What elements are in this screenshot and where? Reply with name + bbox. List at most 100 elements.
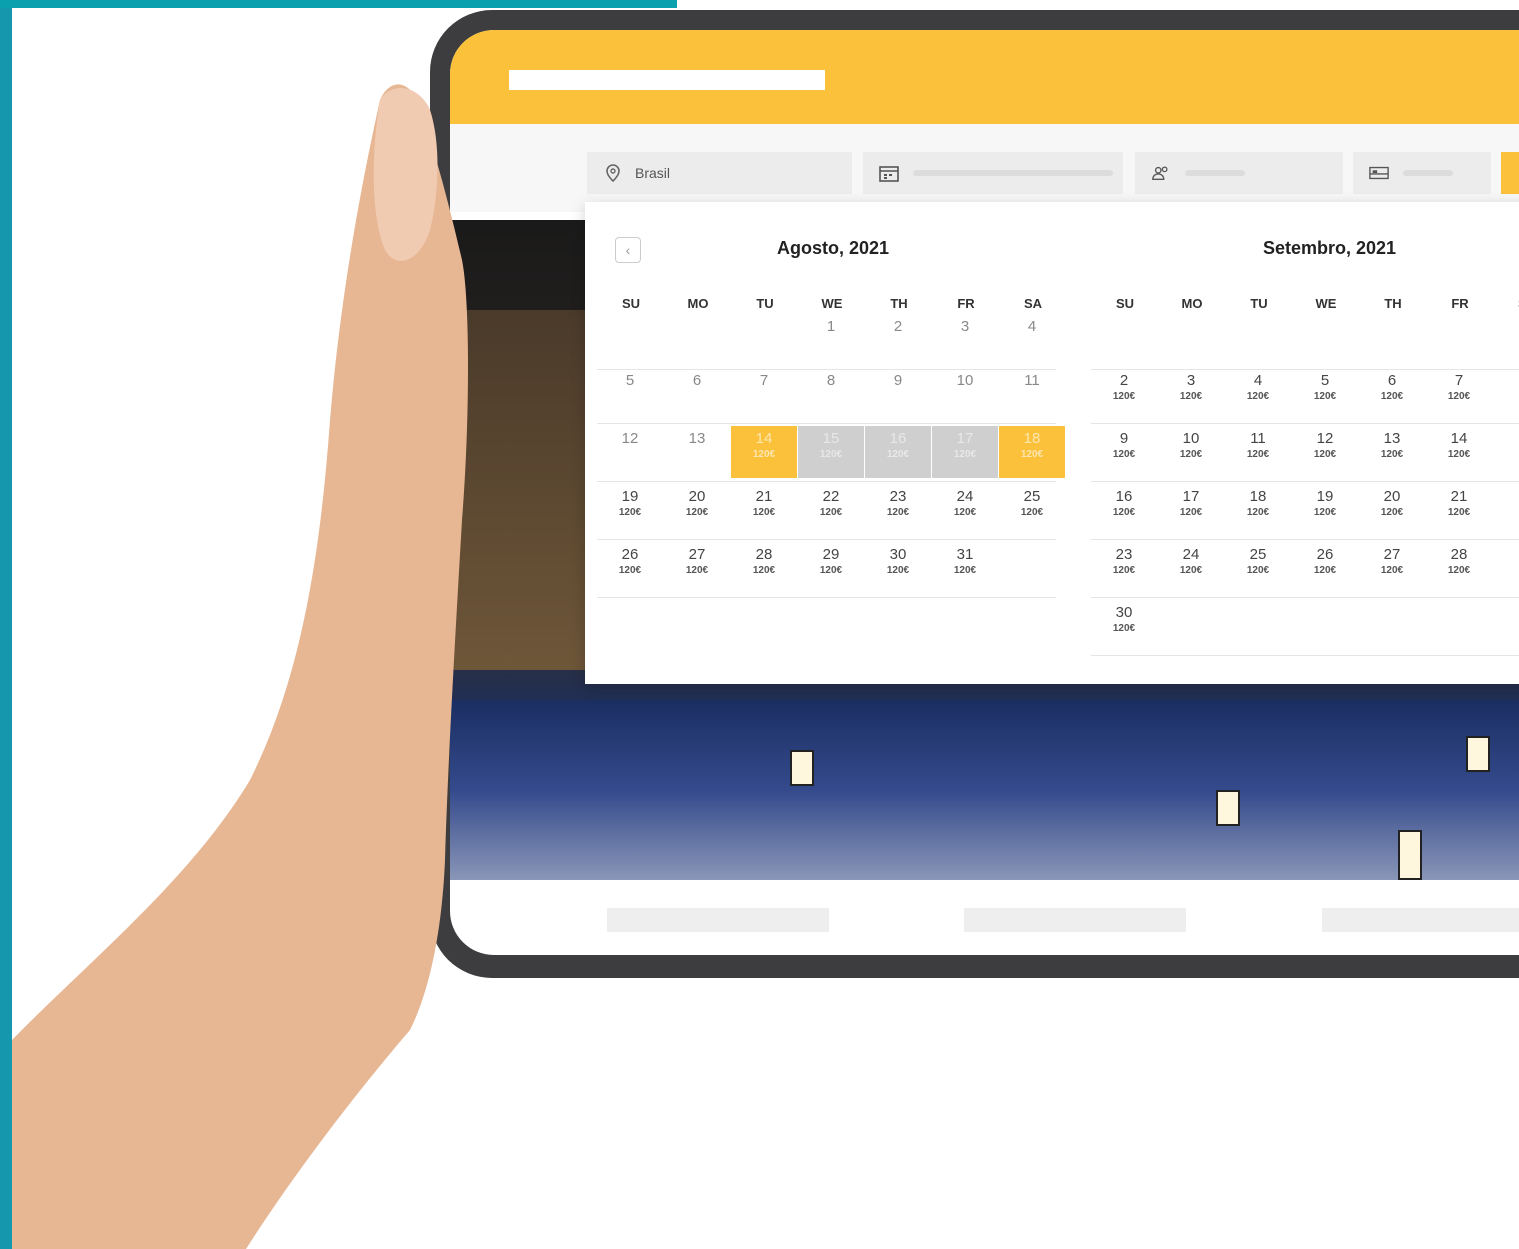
calendar-day[interactable]: 8	[798, 368, 864, 420]
calendar-day[interactable]: 28 120€	[731, 542, 797, 594]
calendar-day[interactable]: 2 120€	[1091, 368, 1157, 420]
date-picker: ‹ Agosto, 2021 Setembro, 2021 SU MO TU WE TH…	[585, 202, 1519, 684]
calendar-day[interactable]: 27 120€	[1359, 542, 1425, 594]
calendar-day[interactable]: 24 120€	[1158, 542, 1224, 594]
calendar-day[interactable]: 18 120€	[1225, 484, 1291, 536]
calendar-day[interactable]: 12	[597, 426, 663, 478]
calendar-day[interactable]: 13	[664, 426, 730, 478]
day-number: 27	[688, 546, 706, 563]
calendar-day[interactable]: 27 120€	[664, 542, 730, 594]
calendar-day[interactable]: 5 120€	[1292, 368, 1358, 420]
day-number: 5	[1320, 372, 1330, 389]
week-divider	[1091, 655, 1519, 656]
calendar-day[interactable]: 18 120€	[999, 426, 1065, 478]
day-number: 21	[755, 488, 773, 505]
hero-lantern	[1216, 790, 1240, 826]
calendar-day[interactable]: 11	[999, 368, 1065, 420]
calendar-day[interactable]: 3 120€	[1158, 368, 1224, 420]
day-number: 27	[1383, 546, 1401, 563]
weekday-label: TH	[890, 296, 908, 311]
week-divider	[1091, 423, 1519, 424]
calendar-day[interactable]: 12 120€	[1292, 426, 1358, 478]
calendar-day[interactable]: 10 120€	[1158, 426, 1224, 478]
day-number: 1	[826, 318, 836, 335]
day-number: 30	[1115, 604, 1133, 621]
dates-field[interactable]	[863, 152, 1123, 194]
prev-month-button[interactable]: ‹	[615, 237, 641, 263]
day-number: 10	[1182, 430, 1200, 447]
day-price: 120€	[1447, 565, 1471, 576]
day-price: 120€	[953, 449, 977, 460]
day-number: 28	[1450, 546, 1468, 563]
day-number: 5	[625, 372, 635, 389]
calendar-day[interactable]: 14 120€	[731, 426, 797, 478]
calendar-day[interactable]: 4	[999, 314, 1065, 366]
calendar-day[interactable]: 2	[865, 314, 931, 366]
weekday-label: TU	[756, 296, 774, 311]
calendar-day[interactable]: 21 120€	[731, 484, 797, 536]
calendar-day[interactable]: 24 120€	[932, 484, 998, 536]
footer-placeholder	[1322, 908, 1519, 932]
day-number: 31	[956, 546, 974, 563]
day-price: 120€	[1112, 507, 1136, 518]
calendar-day[interactable]: 6	[664, 368, 730, 420]
calendar-day[interactable]: 6 120€	[1359, 368, 1425, 420]
calendar-day[interactable]: 9	[865, 368, 931, 420]
calendar-day[interactable]: 20 120€	[664, 484, 730, 536]
calendar-day[interactable]: 23 120€	[865, 484, 931, 536]
day-number: 23	[1115, 546, 1133, 563]
calendar-day[interactable]: 19 120€	[1292, 484, 1358, 536]
calendar-day[interactable]: 21 120€	[1426, 484, 1492, 536]
calendar-day[interactable]: 13 120€	[1359, 426, 1425, 478]
calendar-day[interactable]: 17 120€	[1158, 484, 1224, 536]
calendar-day[interactable]: 16 120€	[865, 426, 931, 478]
rooms-field[interactable]	[1353, 152, 1491, 194]
day-number: 20	[1383, 488, 1401, 505]
calendar-day[interactable]: 9 120€	[1091, 426, 1157, 478]
calendar-day[interactable]: 19 120€	[597, 484, 663, 536]
calendar-day[interactable]: 7 120€	[1426, 368, 1492, 420]
day-price: 120€	[886, 565, 910, 576]
calendar-day[interactable]: 11 120€	[1225, 426, 1291, 478]
calendar-day[interactable]: 14 120€	[1426, 426, 1492, 478]
chevron-left-icon: ‹	[625, 242, 631, 258]
day-price: 120€	[886, 449, 910, 460]
calendar-day[interactable]: 30 120€	[1091, 600, 1157, 652]
calendar-day[interactable]: 31 120€	[932, 542, 998, 594]
calendar-day[interactable]: 4 120€	[1225, 368, 1291, 420]
hero-building	[450, 310, 590, 670]
day-number: 14	[1450, 430, 1468, 447]
calendar-day[interactable]: 10	[932, 368, 998, 420]
weekday-label: FR	[1451, 296, 1469, 311]
weekday-label: MO	[1181, 296, 1203, 311]
calendar-day[interactable]: 16 120€	[1091, 484, 1157, 536]
calendar-day[interactable]: 17 120€	[932, 426, 998, 478]
day-number: 6	[692, 372, 702, 389]
day-price: 120€	[1112, 623, 1136, 634]
calendar-day[interactable]: 30 120€	[865, 542, 931, 594]
day-price: 120€	[1380, 507, 1404, 518]
calendar-day[interactable]: 23 120€	[1091, 542, 1157, 594]
calendar-day[interactable]: 29 120€	[798, 542, 864, 594]
calendar-day[interactable]: 1	[798, 314, 864, 366]
day-number: 2	[1119, 372, 1129, 389]
calendar-day[interactable]: 20 120€	[1359, 484, 1425, 536]
calendar-day[interactable]: 26 120€	[597, 542, 663, 594]
calendar-day[interactable]: 26 120€	[1292, 542, 1358, 594]
calendar-day[interactable]: 3	[932, 314, 998, 366]
weekday-label: WE	[821, 296, 843, 311]
day-price: 120€	[953, 565, 977, 576]
day-number: 9	[1119, 430, 1129, 447]
guests-field[interactable]	[1135, 152, 1343, 194]
week-divider	[1091, 481, 1519, 482]
calendar-day[interactable]: 5	[597, 368, 663, 420]
calendar-day[interactable]: 22 120€	[798, 484, 864, 536]
calendar-day[interactable]: 25 120€	[1225, 542, 1291, 594]
calendar-day[interactable]: 25 120€	[999, 484, 1065, 536]
destination-field[interactable]: Brasil	[587, 152, 852, 194]
day-price: 120€	[1246, 507, 1270, 518]
calendar-day[interactable]: 7	[731, 368, 797, 420]
calendar-day[interactable]: 28 120€	[1426, 542, 1492, 594]
search-button[interactable]	[1501, 152, 1519, 194]
calendar-day[interactable]: 15 120€	[798, 426, 864, 478]
